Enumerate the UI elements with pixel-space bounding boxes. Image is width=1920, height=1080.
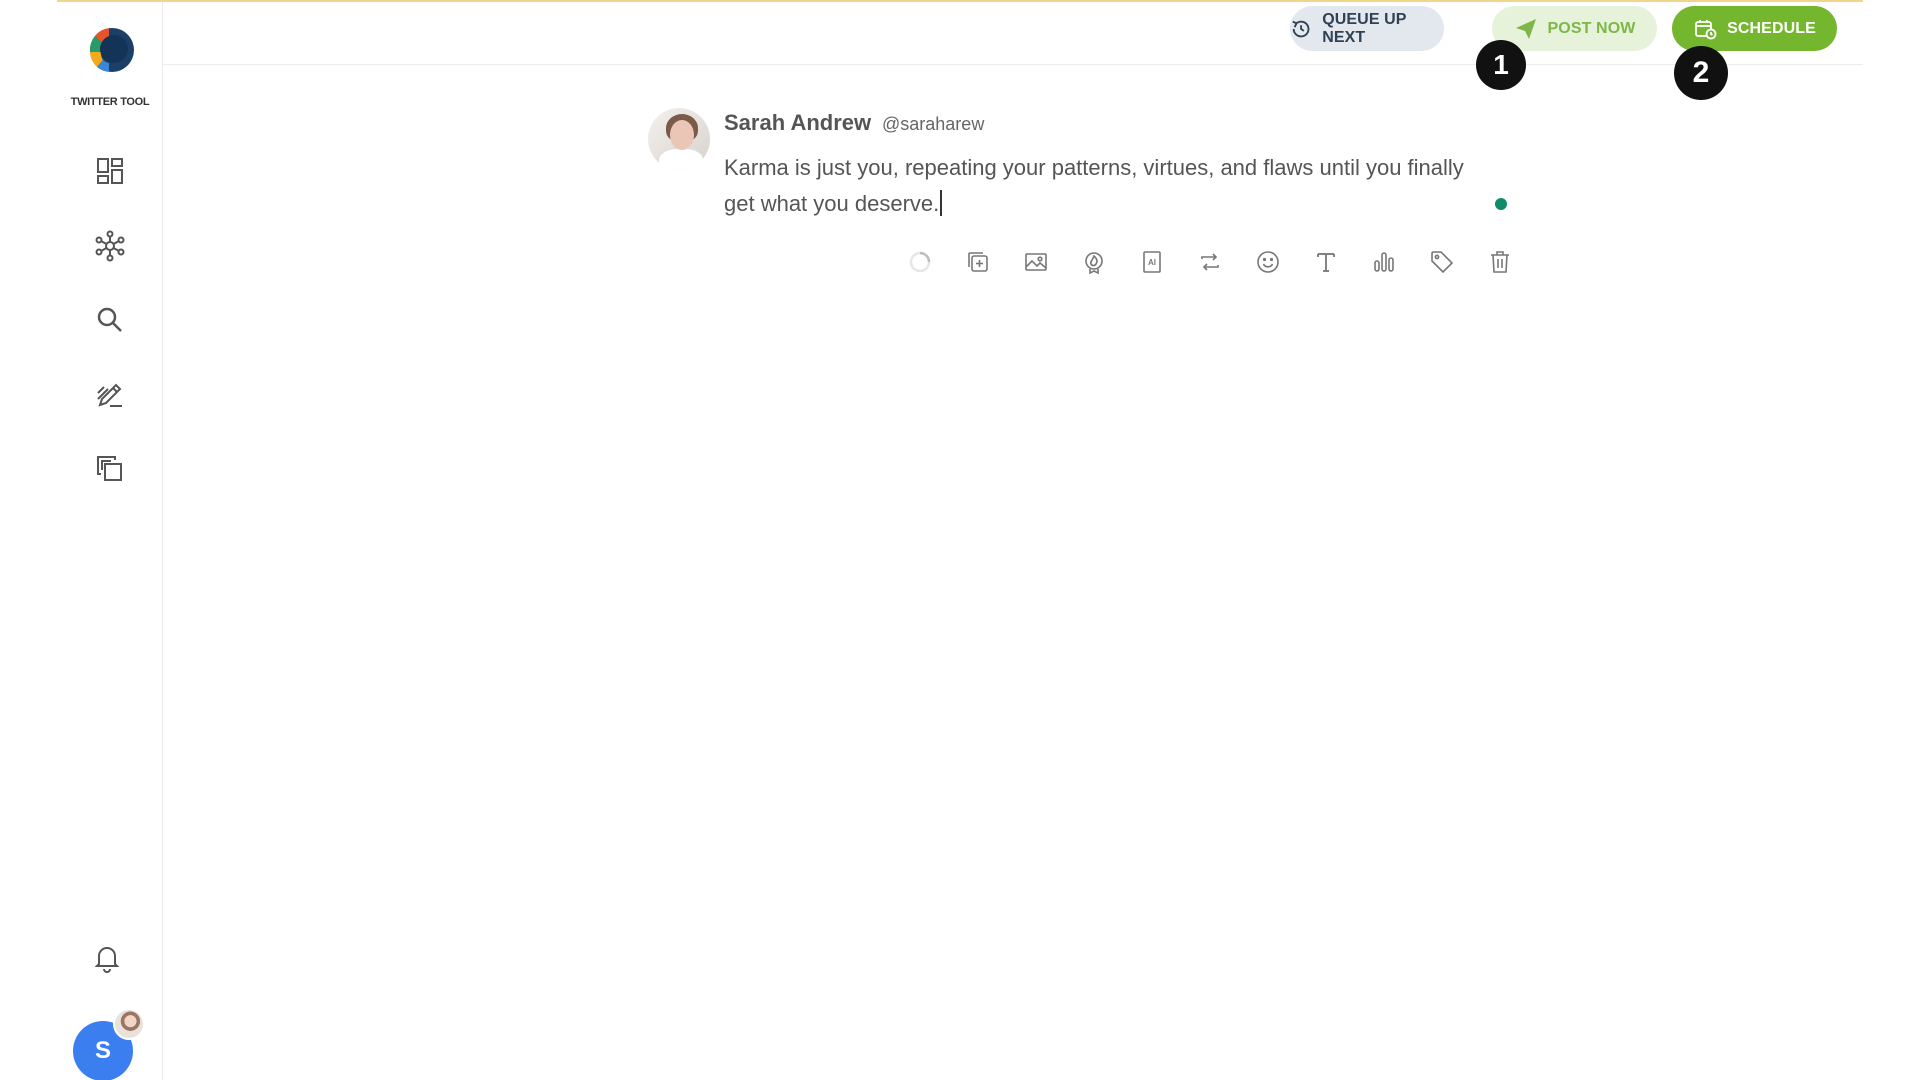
sidebar-item-compose[interactable] — [90, 375, 130, 415]
text-cursor — [940, 190, 943, 216]
trending-button[interactable] — [1078, 246, 1110, 278]
emoji-icon — [1257, 251, 1279, 273]
add-thread-icon — [968, 252, 988, 272]
sidebar-item-search[interactable] — [90, 300, 130, 340]
app-name: TWITTER TOOL — [70, 96, 150, 108]
text-format-icon — [1317, 253, 1335, 272]
emoji-button[interactable] — [1252, 246, 1284, 278]
schedule-button[interactable]: SCHEDULE — [1672, 6, 1837, 51]
dashboard-icon — [97, 158, 123, 184]
poll-icon — [1374, 252, 1394, 272]
sidebar-item-network[interactable] — [90, 226, 130, 266]
text-format-button[interactable] — [1310, 246, 1342, 278]
image-icon — [1025, 253, 1047, 271]
poll-button[interactable] — [1368, 246, 1400, 278]
add-thread-button[interactable] — [962, 246, 994, 278]
post-text-editor[interactable]: Karma is just you, repeating your patter… — [724, 150, 1484, 222]
loading-indicator — [904, 246, 936, 278]
ai-icon: AI — [1143, 251, 1161, 273]
queue-up-next-button[interactable]: QUEUE UP NEXT — [1290, 6, 1444, 51]
schedule-label: SCHEDULE — [1727, 19, 1816, 37]
ai-assistant-button[interactable]: AI — [1136, 246, 1168, 278]
sidebar: TWITTER TOOL S — [57, 2, 163, 1080]
trash-icon — [1491, 251, 1509, 273]
account-avatar[interactable] — [113, 1008, 145, 1040]
send-icon — [1515, 18, 1536, 39]
sidebar-item-dashboard[interactable] — [90, 151, 130, 191]
author-handle: @saraharew — [882, 114, 985, 134]
search-icon — [97, 307, 122, 332]
queue-up-next-label: QUEUE UP NEXT — [1322, 10, 1407, 46]
annotation-marker-2: 2 — [1674, 46, 1728, 100]
tag-icon — [1431, 251, 1454, 274]
add-image-button[interactable] — [1020, 246, 1052, 278]
copy-icon — [97, 456, 122, 481]
retweet-button[interactable] — [1194, 246, 1226, 278]
svg-text:AI: AI — [1148, 258, 1156, 267]
spinner-icon — [909, 251, 931, 273]
sidebar-item-copy[interactable] — [90, 449, 130, 489]
network-icon — [95, 230, 125, 262]
retweet-icon — [1201, 253, 1219, 271]
annotation-marker-1: 1 — [1476, 40, 1526, 90]
bell-icon — [94, 947, 120, 973]
fire-icon — [1085, 252, 1103, 275]
top-accent-line — [57, 0, 1863, 2]
post-now-label: POST NOW — [1547, 19, 1636, 37]
post-text: Karma is just you, repeating your patter… — [724, 155, 1464, 216]
post-now-button[interactable]: POST NOW — [1492, 6, 1657, 51]
delete-button[interactable] — [1484, 246, 1516, 278]
app-logo[interactable] — [81, 22, 139, 80]
author-name: Sarah Andrew — [724, 110, 872, 135]
tag-button[interactable] — [1426, 246, 1458, 278]
calendar-clock-icon — [1695, 19, 1717, 39]
status-dot — [1495, 198, 1507, 210]
compose-icon — [97, 383, 122, 407]
header-divider — [163, 64, 1863, 65]
queue-clock-icon — [1292, 20, 1310, 37]
notifications-button[interactable] — [87, 938, 127, 978]
author-avatar — [648, 108, 710, 170]
